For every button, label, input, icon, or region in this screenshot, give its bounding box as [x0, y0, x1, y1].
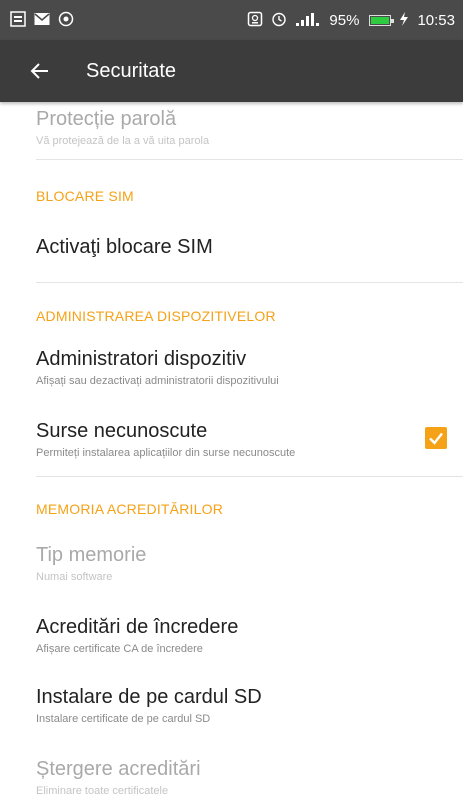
sim-lock-item[interactable]: Activaţi blocare SIM — [36, 236, 463, 259]
item-title: Administratori dispozitiv — [36, 348, 247, 370]
back-arrow-icon — [30, 63, 48, 79]
storage-type-item: Tip memorie Numai software — [36, 544, 463, 583]
unknown-sources-item[interactable]: Surse necunoscute Permiteți instalarea a… — [36, 420, 463, 459]
back-button[interactable] — [12, 40, 68, 102]
record-icon — [58, 11, 74, 30]
divider — [36, 159, 463, 160]
divider — [36, 476, 463, 477]
section-header-device-admin: ADMINISTRAREA DISPOZITIVELOR — [36, 308, 276, 324]
signal-icon — [295, 11, 321, 30]
password-protection-item[interactable]: Protecție parolă Vă protejează de la a v… — [36, 108, 463, 147]
battery-percent: 95% — [329, 11, 360, 29]
page-title: Securitate — [86, 59, 177, 82]
unknown-sources-checkbox[interactable] — [425, 427, 447, 449]
app-bar: Securitate — [0, 40, 463, 102]
charging-icon — [399, 11, 409, 29]
item-title: Protecție parolă — [36, 108, 177, 130]
gallery-icon — [10, 10, 26, 30]
status-bar: 95% 10:53 — [0, 0, 463, 40]
item-subtitle: Numai software — [36, 571, 113, 583]
item-subtitle: Afișați sau dezactivați administratorii … — [36, 375, 279, 387]
item-title: Acreditări de încredere — [36, 616, 239, 638]
battery-icon — [369, 14, 395, 26]
clear-credentials-item: Ștergere acreditări Eliminare toate cert… — [36, 758, 463, 797]
section-header-sim-lock: BLOCARE SIM — [36, 188, 134, 204]
item-title: Activaţi blocare SIM — [36, 236, 213, 258]
clock: 10:53 — [417, 11, 455, 29]
mail-icon — [34, 12, 50, 29]
divider — [36, 282, 463, 283]
trusted-credentials-item[interactable]: Acreditări de încredere Afișare certific… — [36, 616, 463, 655]
section-header-credential-storage: MEMORIA ACREDITĂRILOR — [36, 501, 224, 517]
item-subtitle: Instalare certificate de pe cardul SD — [36, 713, 211, 725]
item-title: Surse necunoscute — [36, 420, 208, 442]
item-title: Instalare de pe cardul SD — [36, 686, 262, 708]
item-title: Ștergere acreditări — [36, 758, 201, 780]
battery-level — [371, 16, 389, 24]
device-admins-item[interactable]: Administratori dispozitiv Afișați sau de… — [36, 348, 463, 387]
item-subtitle: Permiteți instalarea aplicațiilor din su… — [36, 447, 296, 459]
install-from-sd-item[interactable]: Instalare de pe cardul SD Instalare cert… — [36, 686, 463, 725]
item-subtitle: Afișare certificate CA de încredere — [36, 643, 203, 655]
system-icons: 95% 10:53 — [247, 11, 455, 30]
item-subtitle: Eliminare toate certificatele — [36, 785, 169, 797]
item-title: Tip memorie — [36, 544, 147, 566]
nfc-icon — [247, 11, 263, 30]
notification-icons — [10, 10, 74, 30]
checkmark-icon — [429, 432, 443, 445]
item-subtitle: Vă protejează de la a vă uita parola — [36, 135, 210, 147]
alarm-icon — [271, 11, 287, 30]
